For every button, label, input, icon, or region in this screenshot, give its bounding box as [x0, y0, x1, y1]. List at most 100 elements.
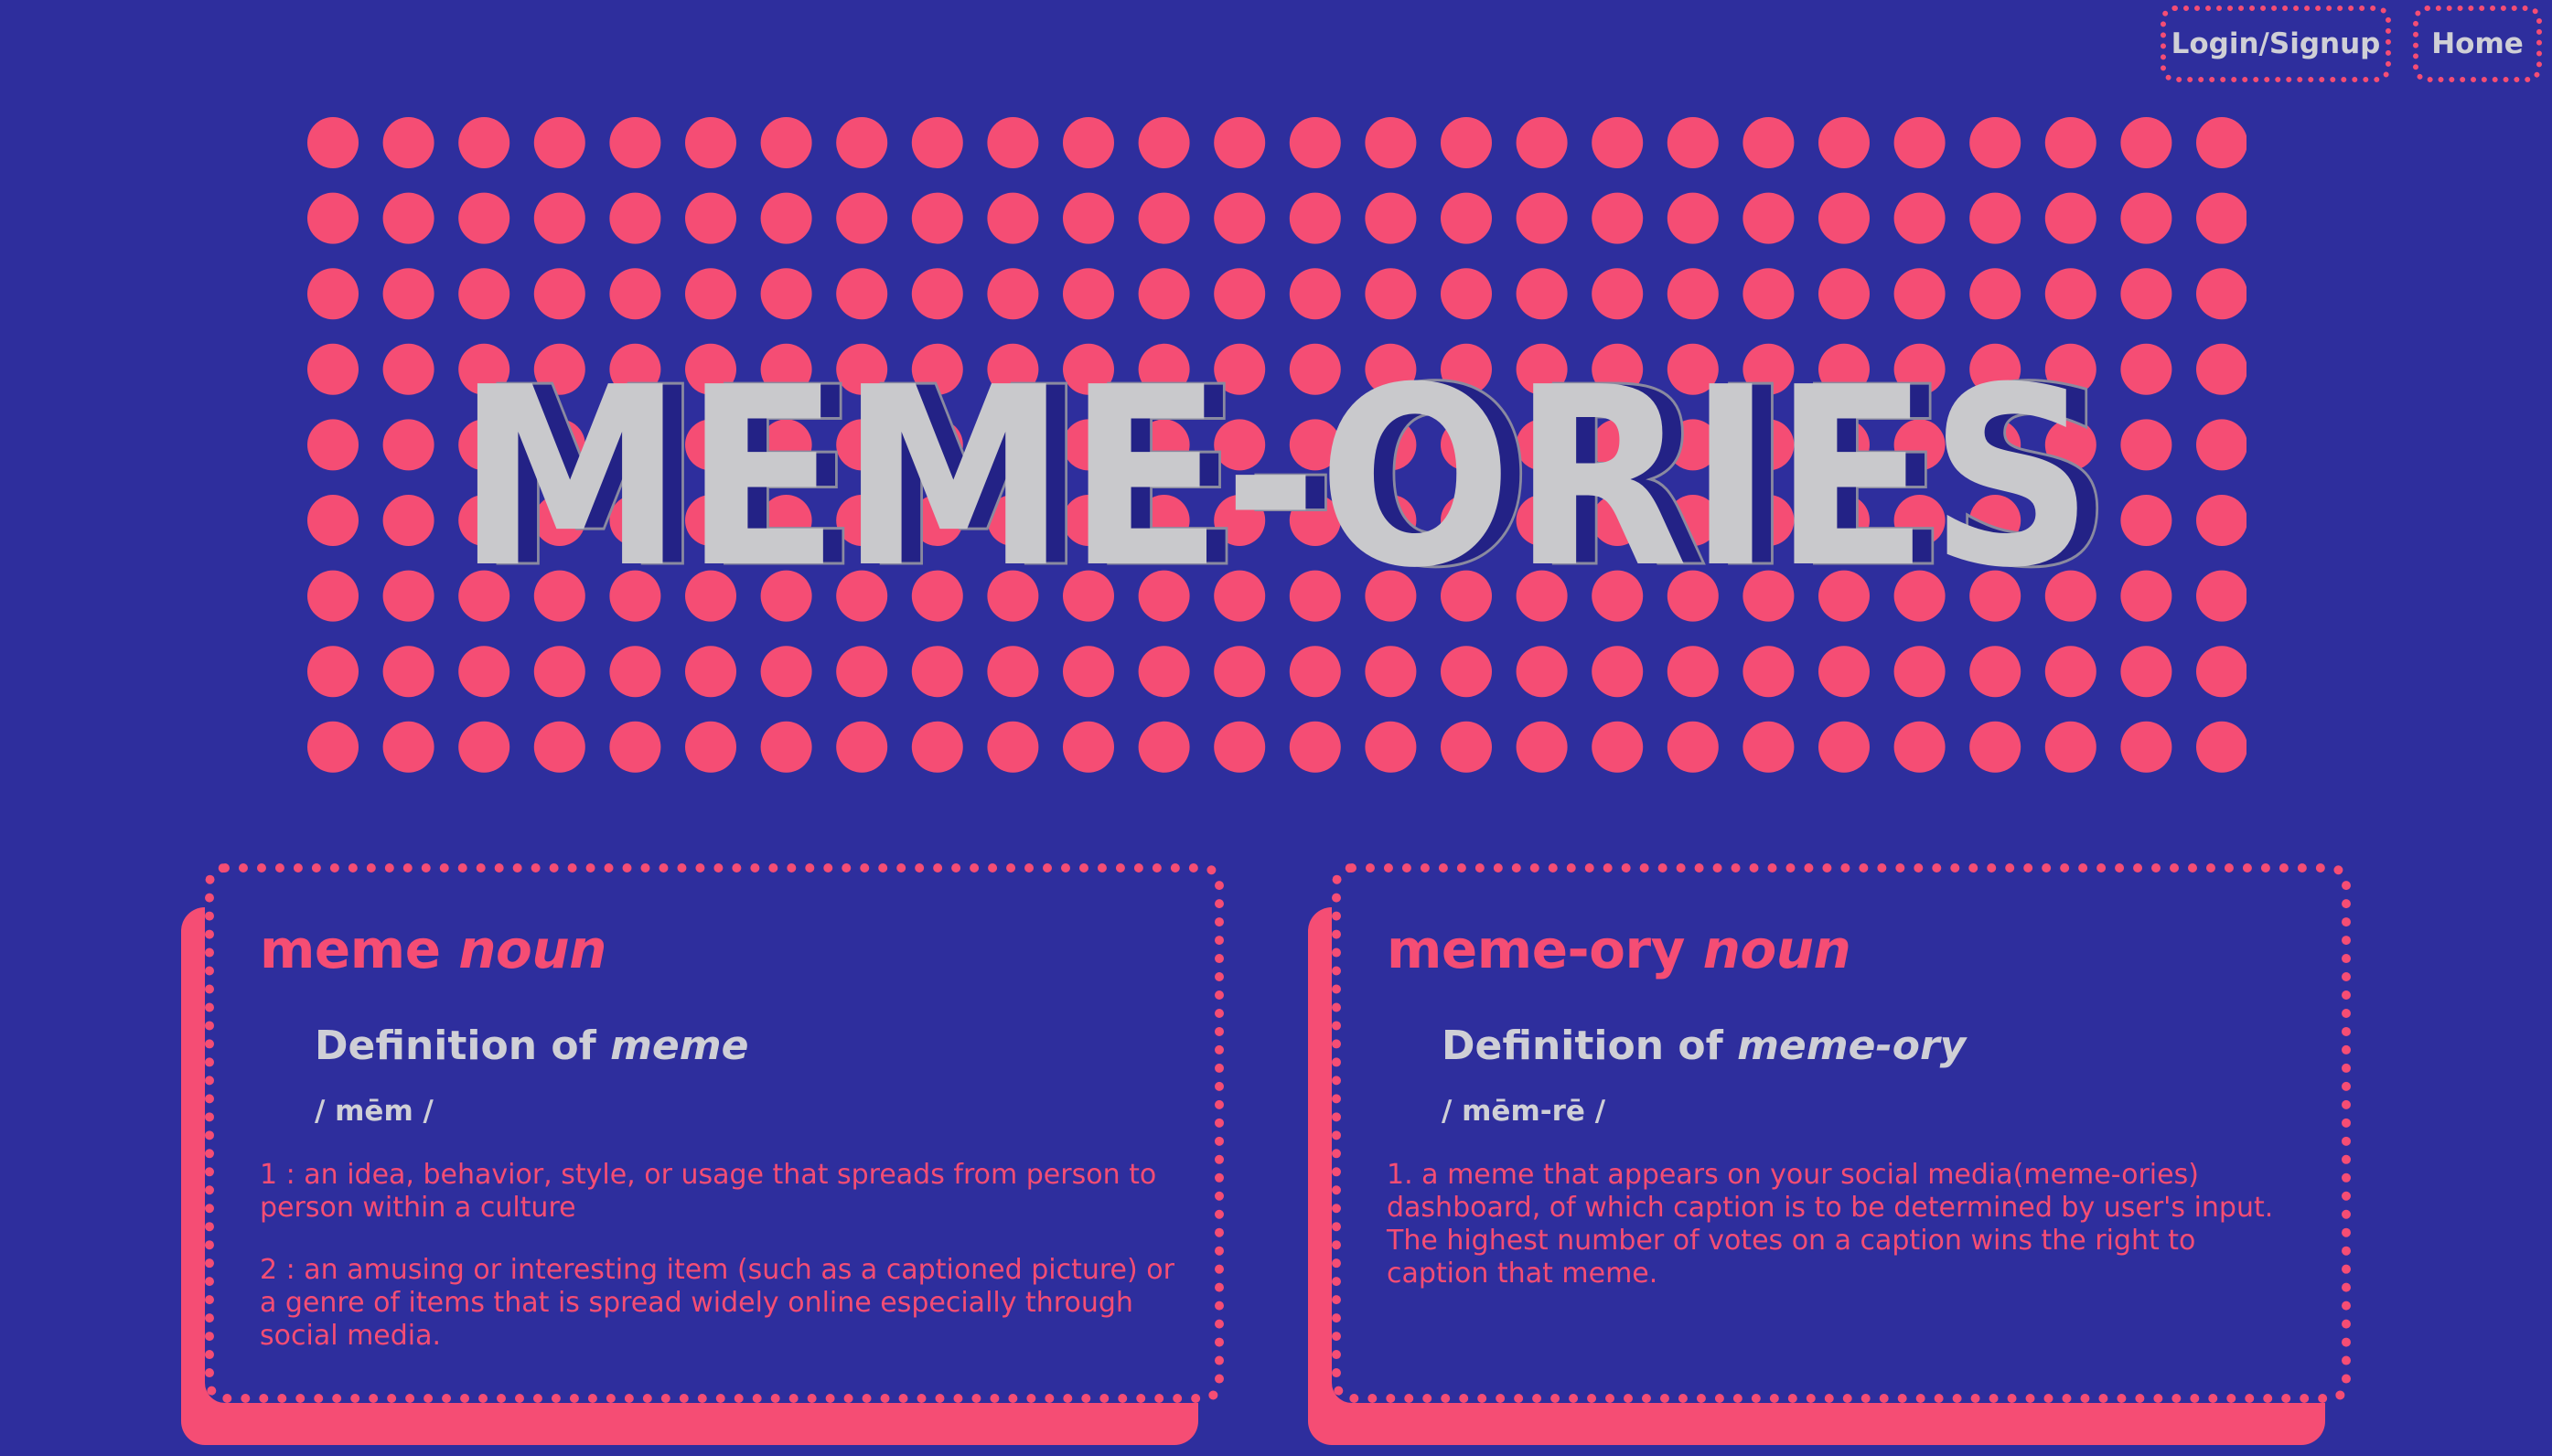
pattern-dot [382, 343, 434, 395]
pattern-dot [836, 646, 888, 698]
pattern-dot [1138, 192, 1190, 244]
pattern-dot [1138, 268, 1190, 320]
pattern-dot [685, 192, 736, 244]
pattern-dot [1742, 721, 1795, 773]
pattern-dot [836, 721, 888, 773]
pattern-dot [2120, 646, 2172, 698]
pattern-dot [1289, 192, 1341, 244]
card-title: meme-ory noun [1387, 918, 2305, 980]
pattern-dot [1441, 192, 1492, 244]
card-word: meme [260, 918, 441, 980]
definition-label: Definition of [315, 1022, 596, 1069]
pattern-dot [307, 495, 359, 546]
pattern-dot [1063, 192, 1114, 244]
pattern-dot [1818, 268, 1870, 320]
pattern-dot [2120, 419, 2172, 471]
pattern-dot [1969, 117, 2021, 168]
pattern-dot [2196, 646, 2246, 698]
pattern-dot [1365, 192, 1417, 244]
pattern-dot [1742, 268, 1795, 320]
pattern-dot [382, 721, 434, 773]
pattern-dot [307, 343, 359, 395]
pattern-dot [307, 117, 359, 168]
pattern-dot [760, 646, 812, 698]
definition-item: 1 : an idea, behavior, style, or usage t… [260, 1159, 1157, 1224]
pattern-dot [382, 495, 434, 546]
pattern-dot [2044, 646, 2096, 698]
pattern-dot [1667, 721, 1719, 773]
home-button[interactable]: Home [2413, 5, 2542, 82]
pattern-dot [2120, 495, 2172, 546]
pattern-dot [911, 117, 963, 168]
pattern-dot [307, 419, 359, 471]
pattern-dot [760, 192, 812, 244]
pattern-dot [1516, 268, 1568, 320]
pattern-dot [2196, 570, 2246, 622]
pattern-dot [911, 646, 963, 698]
pattern-dot [987, 721, 1039, 773]
pattern-dot [1667, 192, 1719, 244]
pattern-dot [836, 192, 888, 244]
pattern-dot [2120, 570, 2172, 622]
pattern-dot [1365, 721, 1417, 773]
pattern-dot [1667, 646, 1719, 698]
pattern-dot [1592, 646, 1644, 698]
pattern-dot [1893, 721, 1946, 773]
pattern-dot [1818, 192, 1870, 244]
pronunciation: / mēm / [315, 1095, 434, 1128]
pattern-dot [382, 419, 434, 471]
pattern-dot [987, 117, 1039, 168]
pattern-dot [609, 721, 661, 773]
pattern-dot [1742, 646, 1795, 698]
pattern-dot [1214, 268, 1266, 320]
pattern-dot [2044, 268, 2096, 320]
pattern-dot [2044, 721, 2096, 773]
pattern-dot [2120, 268, 2172, 320]
pattern-dot [1969, 192, 2021, 244]
pattern-dot [382, 117, 434, 168]
pattern-dot [533, 646, 585, 698]
pattern-dot [1893, 117, 1946, 168]
pattern-dot [458, 721, 510, 773]
pattern-dot [1893, 192, 1946, 244]
pattern-dot [2044, 192, 2096, 244]
pattern-dot [458, 192, 510, 244]
pattern-dot [533, 721, 585, 773]
pattern-dot [1969, 268, 2021, 320]
pattern-dot [987, 646, 1039, 698]
pattern-dot [1818, 117, 1870, 168]
pattern-dot [685, 117, 736, 168]
pattern-dot [609, 192, 661, 244]
card-word: meme-ory [1387, 918, 1685, 980]
definition-item: 2 : an amusing or interesting item (such… [260, 1254, 1174, 1352]
pattern-dot [1063, 646, 1114, 698]
pattern-dot [987, 268, 1039, 320]
pattern-dot [1516, 646, 1568, 698]
pattern-dot [609, 268, 661, 320]
pattern-dot [2196, 419, 2246, 471]
pattern-dot [1214, 646, 1266, 698]
hero-title: MEME-ORIES [456, 334, 2094, 622]
pattern-dot [1063, 721, 1114, 773]
card-title: meme noun [260, 918, 1178, 980]
pattern-dot [533, 117, 585, 168]
pattern-dot [2196, 268, 2246, 320]
pattern-dot [1516, 721, 1568, 773]
pattern-dot [1289, 268, 1341, 320]
pattern-dot [307, 192, 359, 244]
pattern-dot [1289, 117, 1341, 168]
pattern-dot [1592, 117, 1644, 168]
pattern-dot [458, 117, 510, 168]
pattern-dot [760, 721, 812, 773]
part-of-speech: noun [458, 918, 606, 980]
pattern-dot [1592, 192, 1644, 244]
pattern-dot [1214, 192, 1266, 244]
pattern-dot [533, 192, 585, 244]
pattern-dot [1214, 117, 1266, 168]
pattern-dot [2196, 117, 2246, 168]
login-signup-button[interactable]: Login/Signup [2161, 5, 2391, 82]
pattern-dot [1289, 721, 1341, 773]
pattern-dot [1667, 117, 1719, 168]
pattern-dot [307, 570, 359, 622]
pattern-dot [1365, 117, 1417, 168]
